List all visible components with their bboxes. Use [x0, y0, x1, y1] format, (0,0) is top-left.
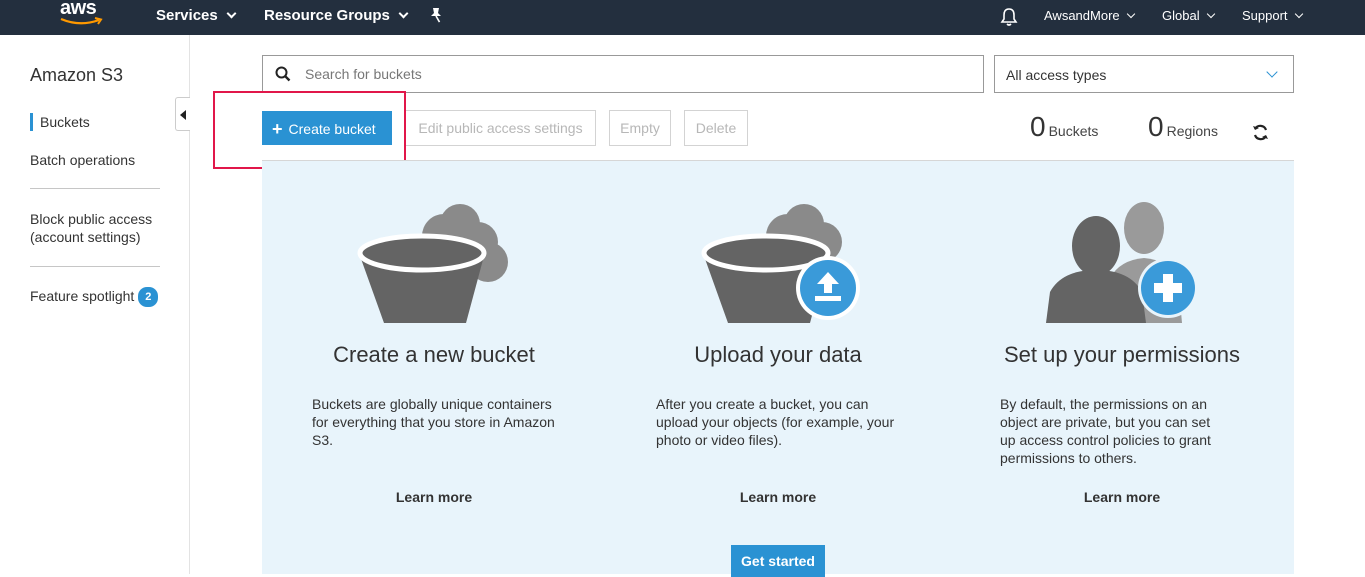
- aws-logo[interactable]: aws: [58, 0, 106, 31]
- learn-more-link[interactable]: Learn more: [606, 489, 950, 505]
- resource-groups-label: Resource Groups: [264, 7, 390, 24]
- card-title: Set up your permissions: [1004, 342, 1240, 367]
- search-box: [262, 55, 984, 93]
- upload-data-card: Upload your data After you create a buck…: [606, 161, 950, 574]
- sidebar-item-label: Feature spotlight: [30, 288, 135, 304]
- card-description: After you create a bucket, you can uploa…: [656, 396, 895, 448]
- empty-button[interactable]: Empty: [609, 110, 671, 146]
- access-type-select[interactable]: All access types: [994, 55, 1294, 93]
- region-count: 0 Regions: [1148, 111, 1218, 143]
- region-label: Global: [1162, 8, 1200, 23]
- sidebar: Amazon S3 Buckets Batch operations Block…: [0, 35, 190, 574]
- learn-more-link[interactable]: Learn more: [262, 489, 606, 505]
- caret-left-icon: [180, 110, 186, 120]
- bucket-count-number: 0: [1030, 111, 1046, 142]
- users-plus-icon: [1046, 202, 1198, 323]
- sidebar-divider: [30, 266, 160, 267]
- chevron-down-icon: [226, 8, 237, 19]
- search-input[interactable]: [305, 64, 965, 84]
- aws-smile-icon: [60, 17, 103, 25]
- sidebar-divider: [30, 188, 160, 189]
- pin-icon[interactable]: [428, 7, 444, 30]
- bell-icon[interactable]: [1000, 7, 1018, 32]
- chevron-down-icon: [398, 8, 409, 19]
- bucket-count-label: Buckets: [1048, 123, 1099, 139]
- services-menu[interactable]: Services: [156, 7, 237, 24]
- get-started-button[interactable]: Get started: [731, 545, 825, 577]
- region-count-label: Regions: [1166, 123, 1218, 139]
- access-type-value: All access types: [1006, 67, 1107, 83]
- region-count-number: 0: [1148, 111, 1164, 142]
- sidebar-title: Amazon S3: [30, 65, 124, 85]
- card-title: Create a new bucket: [333, 342, 535, 367]
- upload-icon: [701, 204, 860, 323]
- account-menu[interactable]: AwsandMore: [1044, 8, 1135, 23]
- edit-public-access-button[interactable]: Edit public access settings: [405, 110, 596, 146]
- search-icon: [275, 66, 291, 82]
- permissions-card: Set up your permissions By default, the …: [950, 161, 1294, 574]
- count-badge: 2: [138, 287, 159, 307]
- support-menu[interactable]: Support: [1242, 8, 1303, 23]
- services-label: Services: [156, 7, 218, 24]
- top-nav: aws Services Resource Groups AwsandMore …: [0, 0, 1365, 35]
- bucket-count: 0 Buckets: [1030, 111, 1098, 143]
- card-title: Upload your data: [694, 342, 862, 367]
- refresh-icon[interactable]: [1252, 124, 1269, 141]
- chevron-down-icon: [1294, 9, 1303, 19]
- card-description: Buckets are globally unique containers f…: [312, 396, 555, 448]
- sidebar-item-buckets[interactable]: Buckets: [30, 113, 90, 131]
- getting-started-panel: Create a new bucket Buckets are globally…: [262, 161, 1294, 577]
- region-menu[interactable]: Global: [1162, 8, 1215, 23]
- card-description: By default, the permissions on an object…: [1000, 396, 1211, 466]
- create-bucket-card: Create a new bucket Buckets are globally…: [262, 161, 606, 574]
- resource-groups-menu[interactable]: Resource Groups: [264, 7, 409, 24]
- chevron-down-icon: [1126, 9, 1135, 19]
- account-label: AwsandMore: [1044, 8, 1120, 23]
- delete-button[interactable]: Delete: [684, 110, 748, 146]
- sidebar-item-batch-operations[interactable]: Batch operations: [30, 151, 135, 169]
- chevron-down-icon: [1206, 9, 1215, 19]
- sidebar-item-feature-spotlight[interactable]: Feature spotlight 2: [30, 287, 159, 308]
- bucket-cloud-icon: [357, 204, 508, 323]
- sidebar-item-block-public-access[interactable]: Block public access (account settings): [30, 210, 160, 246]
- sidebar-collapse-toggle[interactable]: [175, 97, 190, 131]
- support-label: Support: [1242, 8, 1288, 23]
- learn-more-link[interactable]: Learn more: [950, 489, 1294, 505]
- highlight-annotation: [213, 91, 406, 169]
- chevron-down-icon: [1266, 66, 1278, 78]
